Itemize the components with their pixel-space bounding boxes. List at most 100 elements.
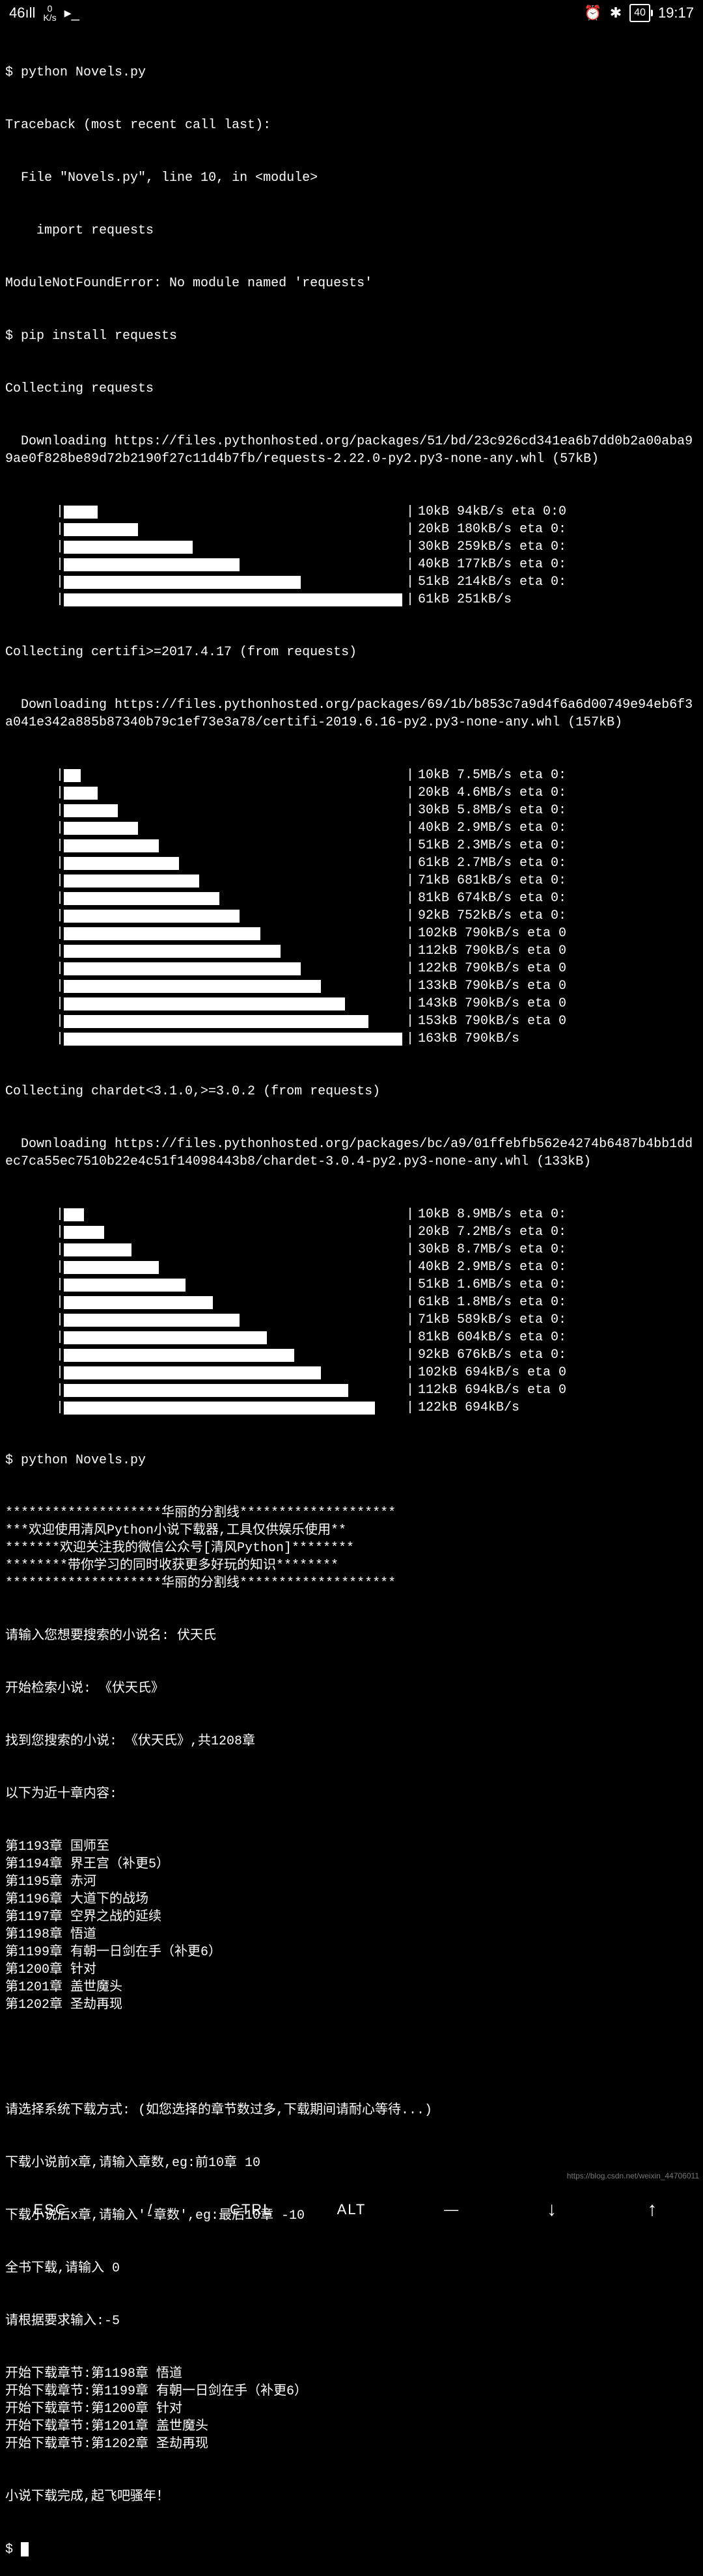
download-line: 开始下载章节:第1199章 有朝一日剑在手（补更6）	[5, 2383, 698, 2400]
progress-bar	[64, 769, 81, 782]
progress-stats: 102kB 790kB/s eta 0	[418, 925, 698, 942]
battery-icon: 40	[629, 4, 650, 22]
status-right: ⏰ ✱ 40 19:17	[584, 3, 694, 23]
progress-stats: 92kB 676kB/s eta 0:	[418, 1346, 698, 1364]
traceback-line: import requests	[5, 222, 698, 239]
chapter-line: 第1197章 空界之战的延续	[5, 1908, 698, 1926]
progress-row: ||163kB 790kB/s	[5, 1030, 698, 1048]
progress-row: ||122kB 694kB/s	[5, 1399, 698, 1417]
chapter-line: 第1198章 悟道	[5, 1926, 698, 1944]
output-line: 以下为近十章内容:	[5, 1785, 698, 1803]
progress-row: ||143kB 790kB/s eta 0	[5, 995, 698, 1012]
progress-row: ||30kB 5.8MB/s eta 0:	[5, 802, 698, 819]
progress-row: ||153kB 790kB/s eta 0	[5, 1012, 698, 1030]
progress-row: ||61kB 1.8MB/s eta 0:	[5, 1294, 698, 1311]
progress-bar	[64, 874, 199, 888]
progress-stats: 112kB 790kB/s eta 0	[418, 942, 698, 960]
status-left: 46ıll 0 K/s ▸_	[9, 3, 79, 23]
net-speed-unit: K/s	[43, 13, 56, 22]
banner-line: ********带你学习的同时收获更多好玩的知识********	[5, 1557, 698, 1575]
arrow-down-icon[interactable]: ↓	[502, 2197, 602, 2223]
progress-row: ||61kB 2.7MB/s eta 0:	[5, 854, 698, 872]
progress-stats: 20kB 180kB/s eta 0:	[418, 521, 698, 538]
progress-bar	[64, 1402, 375, 1415]
progress-bar	[64, 839, 159, 852]
progress-stats: 30kB 8.7MB/s eta 0:	[418, 1241, 698, 1258]
output-line: Collecting certifi>=2017.4.17 (from requ…	[5, 644, 698, 661]
progress-block: ||10kB 94kB/s eta 0:0 ||20kB 180kB/s eta…	[5, 503, 698, 608]
input-line: 请输入您想要搜索的小说名: 伏天氏	[5, 1627, 698, 1645]
progress-bar	[64, 1384, 348, 1397]
chapter-line: 第1196章 大道下的战场	[5, 1891, 698, 1908]
progress-stats: 153kB 790kB/s eta 0	[418, 1012, 698, 1030]
progress-row: ||92kB 676kB/s eta 0:	[5, 1346, 698, 1364]
output-line: 找到您搜索的小说: 《伏天氏》,共1208章	[5, 1733, 698, 1750]
output-line: Collecting chardet<3.1.0,>=3.0.2 (from r…	[5, 1083, 698, 1100]
progress-stats: 30kB 259kB/s eta 0:	[418, 538, 698, 556]
progress-bar	[64, 1314, 240, 1327]
progress-bar	[64, 892, 219, 905]
progress-stats: 102kB 694kB/s eta 0	[418, 1364, 698, 1381]
arrow-up-icon[interactable]: ↑	[603, 2197, 703, 2223]
progress-stats: 112kB 694kB/s eta 0	[418, 1381, 698, 1399]
progress-row: ||20kB 7.2MB/s eta 0:	[5, 1223, 698, 1241]
slash-key[interactable]: /	[100, 2200, 200, 2219]
progress-bar	[64, 1261, 159, 1274]
download-list: 开始下载章节:第1198章 悟道开始下载章节:第1199章 有朝一日剑在手（补更…	[5, 2365, 698, 2453]
prompt-line[interactable]: $	[5, 2541, 698, 2558]
progress-bar	[64, 910, 240, 923]
progress-stats: 10kB 8.9MB/s eta 0:	[418, 1206, 698, 1223]
bluetooth-icon: ✱	[610, 3, 622, 23]
chapter-line: 第1202章 圣劫再现	[5, 1996, 698, 2014]
net-speed-value: 0	[48, 4, 53, 13]
banner-line: ***欢迎使用清风Python小说下载器,工具仅供娱乐使用**	[5, 1522, 698, 1539]
banner-block: ********************华丽的分割线**************…	[5, 1504, 698, 1592]
progress-bar	[64, 523, 138, 536]
watermark: https://blog.csdn.net/weixin_44706011	[567, 2171, 699, 2181]
download-line: 开始下载章节:第1201章 盖世魔头	[5, 2418, 698, 2435]
alt-key[interactable]: ALT	[301, 2200, 402, 2219]
progress-row: ||30kB 8.7MB/s eta 0:	[5, 1241, 698, 1258]
progress-stats: 61kB 251kB/s	[418, 591, 698, 608]
progress-bar	[64, 1366, 321, 1379]
dash-key[interactable]: —	[402, 2200, 502, 2219]
progress-stats: 81kB 674kB/s eta 0:	[418, 889, 698, 907]
progress-row: ||122kB 790kB/s eta 0	[5, 960, 698, 977]
output-line: 下载小说前x章,请输入章数,eg:前10章 10	[5, 2154, 698, 2172]
esc-key[interactable]: ESC	[0, 2200, 100, 2219]
progress-row: ||51kB 2.3MB/s eta 0:	[5, 837, 698, 854]
output-line: 开始检索小说: 《伏天氏》	[5, 1680, 698, 1698]
progress-bar	[64, 1279, 186, 1292]
terminal-indicator-icon: ▸_	[64, 3, 79, 23]
progress-row: ||10kB 8.9MB/s eta 0:	[5, 1206, 698, 1223]
progress-bar	[64, 1243, 131, 1256]
progress-row: ||71kB 681kB/s eta 0:	[5, 872, 698, 889]
progress-bar	[64, 822, 138, 835]
progress-stats: 40kB 2.9MB/s eta 0:	[418, 1258, 698, 1276]
error-line: ModuleNotFoundError: No module named 're…	[5, 275, 698, 292]
progress-bar	[64, 558, 240, 571]
progress-bar	[64, 1296, 213, 1309]
progress-bar	[64, 857, 179, 870]
progress-bar	[64, 962, 301, 975]
keyboard-bar: ESC / CTRL ALT — ↓ ↑	[0, 2186, 703, 2233]
progress-row: ||51kB 1.6MB/s eta 0:	[5, 1276, 698, 1294]
progress-bar	[64, 997, 345, 1010]
download-line: 开始下载章节:第1198章 悟道	[5, 2365, 698, 2383]
progress-stats: 51kB 214kB/s eta 0:	[418, 573, 698, 591]
progress-bar	[64, 927, 260, 940]
command-line: $ pip install requests	[5, 327, 698, 345]
progress-row: ||102kB 790kB/s eta 0	[5, 925, 698, 942]
ctrl-key[interactable]: CTRL	[201, 2200, 301, 2219]
progress-block: ||10kB 8.9MB/s eta 0: ||20kB 7.2MB/s eta…	[5, 1206, 698, 1417]
progress-stats: 51kB 1.6MB/s eta 0:	[418, 1276, 698, 1294]
progress-stats: 20kB 4.6MB/s eta 0:	[418, 784, 698, 802]
traceback-line: File "Novels.py", line 10, in <module>	[5, 169, 698, 187]
banner-line: *******欢迎关注我的微信公众号[清风Python]********	[5, 1539, 698, 1557]
chapter-list: 第1193章 国师至第1194章 界王宫（补更5）第1195章 赤河第1196章…	[5, 1838, 698, 2014]
progress-bar	[64, 576, 301, 589]
progress-stats: 122kB 694kB/s	[418, 1399, 698, 1417]
signal-icon: 46ıll	[9, 3, 35, 23]
output-line: 全书下载,请输入 0	[5, 2260, 698, 2277]
progress-stats: 71kB 589kB/s eta 0:	[418, 1311, 698, 1329]
